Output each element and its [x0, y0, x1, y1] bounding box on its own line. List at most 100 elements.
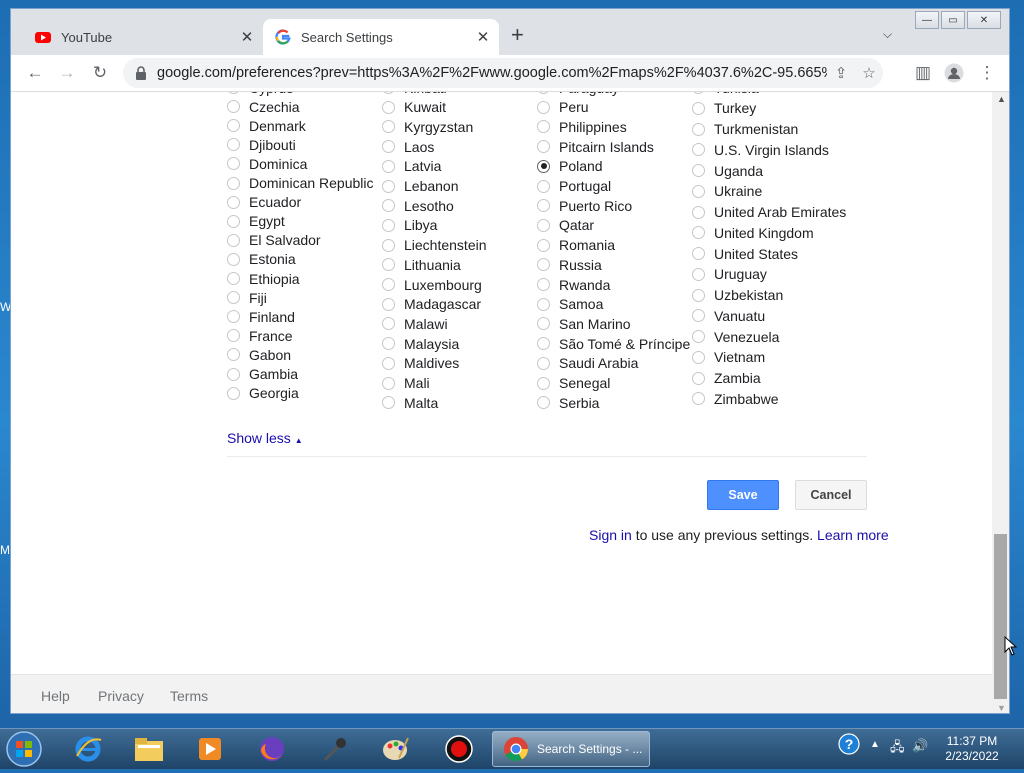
- region-option[interactable]: Gambia: [227, 365, 298, 384]
- footer-terms-link[interactable]: Terms: [170, 688, 208, 704]
- maximize-button[interactable]: ▭: [941, 11, 965, 29]
- region-radio[interactable]: [227, 291, 240, 305]
- region-option[interactable]: Latvia: [382, 157, 441, 176]
- region-radio[interactable]: [382, 140, 395, 154]
- profile-icon[interactable]: [942, 61, 966, 85]
- region-radio[interactable]: [692, 371, 705, 385]
- region-radio[interactable]: [382, 159, 395, 173]
- region-option[interactable]: El Salvador: [227, 231, 321, 250]
- region-radio[interactable]: [537, 356, 550, 370]
- region-option[interactable]: Vietnam: [692, 348, 765, 367]
- region-option[interactable]: Maldives: [382, 354, 459, 373]
- close-window-button[interactable]: ✕: [967, 11, 1001, 29]
- region-radio[interactable]: [382, 100, 395, 114]
- region-radio[interactable]: [227, 272, 240, 285]
- region-option[interactable]: Luxembourg: [382, 275, 482, 294]
- region-option[interactable]: Kyrgyzstan: [382, 117, 473, 136]
- region-radio[interactable]: [382, 356, 395, 370]
- region-radio[interactable]: [382, 218, 395, 232]
- paint-icon[interactable]: [378, 733, 414, 765]
- region-option[interactable]: Saudi Arabia: [537, 354, 638, 373]
- region-radio[interactable]: [537, 278, 550, 291]
- region-radio[interactable]: [382, 258, 395, 272]
- region-radio[interactable]: [227, 138, 240, 152]
- region-option[interactable]: Uzbekistan: [692, 286, 783, 305]
- region-radio[interactable]: [227, 233, 240, 247]
- region-option[interactable]: Kiribati: [382, 92, 447, 97]
- region-option[interactable]: Lebanon: [382, 177, 459, 196]
- region-option[interactable]: Ecuador: [227, 193, 301, 212]
- region-radio[interactable]: [227, 367, 240, 381]
- region-option[interactable]: Turkey: [692, 99, 756, 118]
- region-radio[interactable]: [537, 258, 550, 272]
- close-tab-icon[interactable]: ✕: [473, 28, 493, 46]
- region-option[interactable]: Madagascar: [382, 295, 481, 314]
- region-radio[interactable]: [692, 350, 705, 364]
- region-option[interactable]: Finland: [227, 307, 295, 326]
- back-icon[interactable]: ←: [23, 61, 47, 85]
- region-option[interactable]: United Kingdom: [692, 223, 814, 242]
- region-radio[interactable]: [382, 297, 395, 311]
- region-radio[interactable]: [382, 396, 395, 410]
- region-radio[interactable]: [227, 386, 240, 400]
- region-option[interactable]: Libya: [382, 216, 437, 235]
- region-option[interactable]: Philippines: [537, 117, 627, 136]
- region-option[interactable]: Samoa: [537, 295, 603, 314]
- region-radio[interactable]: [692, 309, 705, 323]
- region-option[interactable]: Mali: [382, 374, 430, 393]
- region-option[interactable]: Zimbabwe: [692, 389, 779, 408]
- region-radio[interactable]: [227, 176, 240, 190]
- file-explorer-icon[interactable]: [131, 733, 167, 765]
- tab-search-settings[interactable]: Search Settings ✕: [263, 19, 499, 55]
- region-radio[interactable]: [382, 199, 395, 213]
- region-option[interactable]: Lithuania: [382, 255, 461, 274]
- region-radio[interactable]: [692, 101, 705, 115]
- microphone-icon[interactable]: [316, 733, 352, 765]
- footer-help-link[interactable]: Help: [41, 688, 70, 704]
- region-radio[interactable]: [382, 238, 395, 252]
- scroll-down-icon[interactable]: ▼: [997, 703, 1006, 713]
- region-option[interactable]: Pitcairn Islands: [537, 137, 654, 156]
- region-radio[interactable]: [227, 195, 240, 209]
- region-radio[interactable]: [692, 164, 705, 177]
- region-radio[interactable]: [227, 310, 240, 324]
- region-option[interactable]: Romania: [537, 236, 615, 255]
- signin-link[interactable]: Sign in: [589, 527, 632, 543]
- region-option[interactable]: Venezuela: [692, 327, 779, 346]
- region-radio[interactable]: [227, 329, 240, 343]
- help-icon[interactable]: ?: [838, 733, 860, 758]
- cancel-button[interactable]: Cancel: [795, 480, 867, 510]
- region-radio[interactable]: [692, 205, 705, 219]
- record-icon[interactable]: [441, 733, 477, 765]
- region-radio[interactable]: [382, 376, 395, 390]
- region-option[interactable]: Zambia: [692, 369, 761, 388]
- region-radio[interactable]: [382, 92, 395, 94]
- region-option[interactable]: Vanuatu: [692, 306, 765, 325]
- scroll-up-icon[interactable]: ▲: [997, 94, 1006, 104]
- new-tab-icon[interactable]: +: [511, 23, 524, 47]
- region-option[interactable]: Serbia: [537, 393, 599, 412]
- save-button[interactable]: Save: [707, 480, 779, 510]
- firefox-icon[interactable]: [254, 733, 290, 765]
- show-less-link[interactable]: Show less ▲: [227, 430, 303, 446]
- region-option[interactable]: Djibouti: [227, 135, 296, 154]
- learn-more-link[interactable]: Learn more: [817, 527, 889, 543]
- region-option[interactable]: Gabon: [227, 345, 291, 364]
- region-option[interactable]: U.S. Virgin Islands: [692, 140, 829, 159]
- region-radio[interactable]: [692, 247, 705, 260]
- start-button[interactable]: [4, 730, 44, 768]
- region-radio[interactable]: [382, 179, 395, 193]
- region-radio[interactable]: [537, 92, 550, 94]
- region-radio[interactable]: [537, 100, 550, 114]
- region-option[interactable]: Laos: [382, 137, 434, 156]
- region-option[interactable]: Rwanda: [537, 275, 610, 294]
- region-radio[interactable]: [692, 184, 705, 198]
- region-radio[interactable]: [692, 143, 705, 157]
- region-radio[interactable]: [227, 92, 240, 94]
- minimize-button[interactable]: —: [915, 11, 939, 29]
- region-option[interactable]: Georgia: [227, 384, 299, 403]
- region-option[interactable]: Dominican Republic: [227, 174, 374, 193]
- reload-icon[interactable]: ↻: [88, 61, 112, 85]
- region-option[interactable]: Poland: [537, 157, 603, 176]
- region-radio[interactable]: [537, 376, 550, 390]
